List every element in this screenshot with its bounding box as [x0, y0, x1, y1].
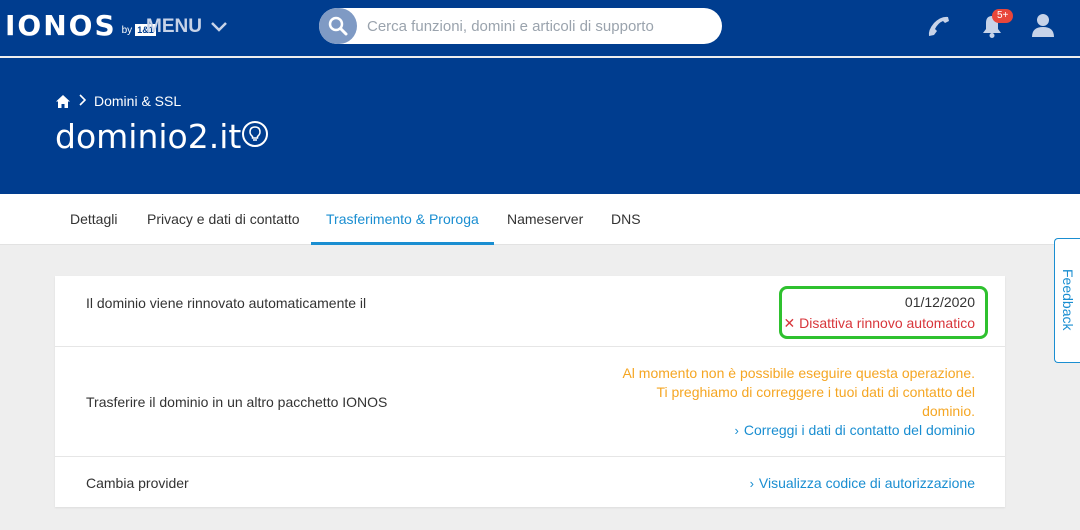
fix-contact-data-label: Correggi i dati di contatto del dominio: [743, 422, 975, 438]
logo-text: IONOS: [5, 9, 117, 42]
transfer-label: Trasferire il dominio in un altro pacche…: [86, 394, 388, 410]
change-provider-label: Cambia provider: [86, 475, 189, 491]
phone-icon[interactable]: [926, 14, 952, 43]
tab-dns[interactable]: DNS: [611, 194, 641, 245]
top-navigation-bar: IONOS by 1&1 MENU 5+: [0, 0, 1080, 56]
search-icon[interactable]: [319, 8, 357, 44]
close-icon: ✕: [783, 315, 800, 331]
disable-auto-renewal-link[interactable]: ✕ Disattiva rinnovo automatico: [784, 315, 976, 332]
view-auth-code-label: Visualizza codice di autorizzazione: [758, 475, 975, 491]
page-header: Domini & SSL dominio2.it: [0, 58, 1080, 194]
change-provider-row: Cambia provider › Visualizza codice di au…: [55, 457, 1005, 507]
fix-contact-data-link[interactable]: › Correggi i dati di contatto del dominio: [622, 422, 975, 438]
ionos-logo[interactable]: IONOS by 1&1: [5, 12, 156, 40]
transfer-card: Il dominio viene rinnovato automaticamen…: [55, 276, 1005, 507]
transfer-info: Al momento non è possibile eseguire ques…: [622, 364, 975, 438]
renewal-row: Il dominio viene rinnovato automaticamen…: [55, 276, 1005, 347]
user-icon[interactable]: [1032, 13, 1054, 42]
transfer-warning-line3: dominio.: [922, 403, 975, 419]
lightbulb-icon[interactable]: [242, 121, 268, 147]
renewal-info: 01/12/2020 ✕ Disattiva rinnovo automatic…: [784, 294, 976, 332]
transfer-warning-line2: Ti preghiamo di correggere i tuoi dati d…: [656, 384, 975, 400]
tab-privacy-contatti[interactable]: Privacy e dati di contatto: [147, 194, 300, 245]
renewal-label: Il dominio viene rinnovato automaticamen…: [86, 295, 367, 311]
notification-badge: 5+: [992, 9, 1014, 23]
breadcrumb-item-domains[interactable]: Domini & SSL: [94, 93, 181, 109]
renewal-date: 01/12/2020: [904, 294, 975, 310]
tab-trasferimento-proroga[interactable]: Trasferimento & Proroga: [311, 194, 494, 245]
menu-button[interactable]: MENU: [146, 16, 228, 38]
chevron-right-icon: ›: [734, 423, 739, 438]
transfer-warning-line1: Al momento non è possibile eseguire ques…: [622, 365, 975, 381]
breadcrumb: Domini & SSL: [56, 93, 181, 109]
feedback-label: Feedback: [1060, 269, 1076, 331]
chevron-right-icon: ›: [749, 476, 754, 491]
transfer-row: Trasferire il dominio in un altro pacche…: [55, 347, 1005, 457]
feedback-tab[interactable]: Feedback: [1054, 238, 1080, 363]
page-title: dominio2.it: [55, 117, 242, 156]
view-auth-code-link[interactable]: › Visualizza codice di autorizzazione: [750, 475, 975, 491]
menu-label: MENU: [146, 16, 202, 37]
logo-by: by: [121, 25, 133, 36]
search-input[interactable]: [367, 16, 707, 36]
tab-bar: Dettagli Privacy e dati di contatto Tras…: [0, 194, 1080, 245]
home-icon[interactable]: [56, 94, 70, 108]
tab-nameserver[interactable]: Nameserver: [507, 194, 583, 245]
breadcrumb-separator-icon: [78, 93, 87, 109]
tab-dettagli[interactable]: Dettagli: [70, 194, 117, 245]
disable-auto-renewal-label: Disattiva rinnovo automatico: [799, 315, 975, 331]
search-bar: [319, 8, 722, 44]
chevron-down-icon: [211, 22, 227, 32]
